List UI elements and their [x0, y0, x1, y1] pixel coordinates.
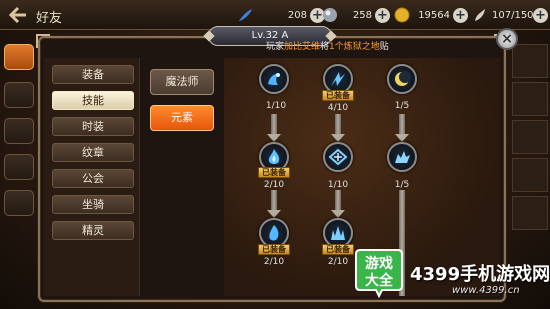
- currency-feather: 208 +: [237, 6, 325, 24]
- tree-connector: [335, 190, 341, 212]
- equipped-badge: 已装备: [322, 244, 354, 255]
- feather-icon: [239, 9, 252, 21]
- tree-connector: [271, 190, 277, 212]
- side-tab-group[interactable]: [4, 190, 34, 216]
- blizzard-skill-icon: [269, 225, 279, 241]
- equipped-badge: 已装备: [258, 244, 290, 255]
- feather-count: 208: [287, 9, 307, 21]
- skill-node-ice-crystal[interactable]: [323, 142, 353, 172]
- skill-level: 1/10: [265, 101, 287, 111]
- currency-gem: 258 +: [322, 6, 390, 24]
- gold-coin-icon: [394, 7, 410, 23]
- tree-arrow: [267, 210, 281, 218]
- frost-skill-icon: [268, 73, 280, 85]
- currency-stamina: 107/150 +: [472, 6, 548, 24]
- logo-text-line1: 游戏: [365, 255, 393, 272]
- background-list-row: [512, 158, 548, 192]
- skill-level: 1/5: [394, 180, 410, 190]
- sub-tab-elemental[interactable]: 元素: [150, 105, 214, 131]
- back-arrow-icon[interactable]: [8, 6, 28, 24]
- logo-text-line2: 大全: [365, 272, 394, 289]
- stamina-count: 107/150: [492, 9, 534, 21]
- background-list-row: [512, 120, 548, 154]
- stamina-icon: [475, 9, 485, 21]
- background-list-row: [512, 82, 548, 116]
- ice-wall-skill-icon: [331, 226, 345, 240]
- gold-count: 19564: [418, 9, 450, 21]
- menu-item-guild[interactable]: 公会: [52, 169, 134, 188]
- skill-node-ice-wolf[interactable]: [387, 142, 417, 172]
- menu-item-equipment[interactable]: 装备: [52, 65, 134, 84]
- currency-gold: 19564 +: [394, 6, 468, 24]
- equipped-badge: 已装备: [322, 90, 354, 101]
- page-title: 好友: [36, 11, 63, 26]
- skill-node-moon[interactable]: [387, 64, 417, 94]
- skill-node-frost[interactable]: [259, 64, 289, 94]
- gem-icon: [323, 8, 337, 22]
- tree-arrow: [331, 210, 345, 218]
- side-tab-chat[interactable]: [4, 154, 34, 180]
- site-logo-icon: 游戏 大全: [355, 249, 403, 299]
- moon-skill-icon: [395, 71, 411, 86]
- watermark-url: www.4399.cn: [452, 285, 520, 296]
- ice-flame-skill-icon: [268, 149, 280, 164]
- side-tab-mail[interactable]: [4, 118, 34, 144]
- ice-shard-skill-icon: [331, 72, 345, 86]
- tree-connector: [335, 114, 341, 136]
- side-tab-blocked[interactable]: [4, 82, 34, 108]
- tree-arrow: [395, 134, 409, 142]
- add-gem-button[interactable]: +: [375, 7, 390, 23]
- ice-crystal-skill-icon: [328, 148, 348, 166]
- skill-level: 4/10: [327, 103, 349, 113]
- panel-corner-ornament: [36, 34, 50, 48]
- background-list-row: [512, 44, 548, 78]
- system-notice: 玩家加比艾维将1个炼狱之地贴: [266, 42, 389, 52]
- add-gold-button[interactable]: +: [453, 7, 468, 23]
- close-button[interactable]: ×: [496, 28, 518, 50]
- skill-level: 2/10: [263, 180, 285, 190]
- gem-count: 258: [352, 9, 372, 21]
- sub-tab-mage[interactable]: 魔法师: [150, 69, 214, 95]
- tree-arrow: [267, 134, 281, 142]
- ice-wolf-skill-icon: [395, 151, 410, 163]
- menu-item-emblem[interactable]: 纹章: [52, 143, 134, 162]
- skill-level: 1/10: [327, 180, 349, 190]
- tree-connector: [399, 114, 405, 136]
- menu-item-mount[interactable]: 坐骑: [52, 195, 134, 214]
- background-list-row: [512, 196, 548, 230]
- menu-item-spirit[interactable]: 精灵: [52, 221, 134, 240]
- add-stamina-button[interactable]: +: [533, 7, 548, 23]
- side-tab-friends[interactable]: [4, 44, 34, 70]
- tree-connector: [271, 114, 277, 136]
- skill-level: 1/5: [394, 101, 410, 111]
- menu-item-skills[interactable]: 技能: [52, 91, 134, 110]
- tree-arrow: [331, 134, 345, 142]
- equipped-badge: 已装备: [258, 167, 290, 178]
- watermark-site-name: 4399手机游戏网: [410, 264, 550, 285]
- menu-item-fashion[interactable]: 时装: [52, 117, 134, 136]
- skill-level: 2/10: [263, 257, 285, 267]
